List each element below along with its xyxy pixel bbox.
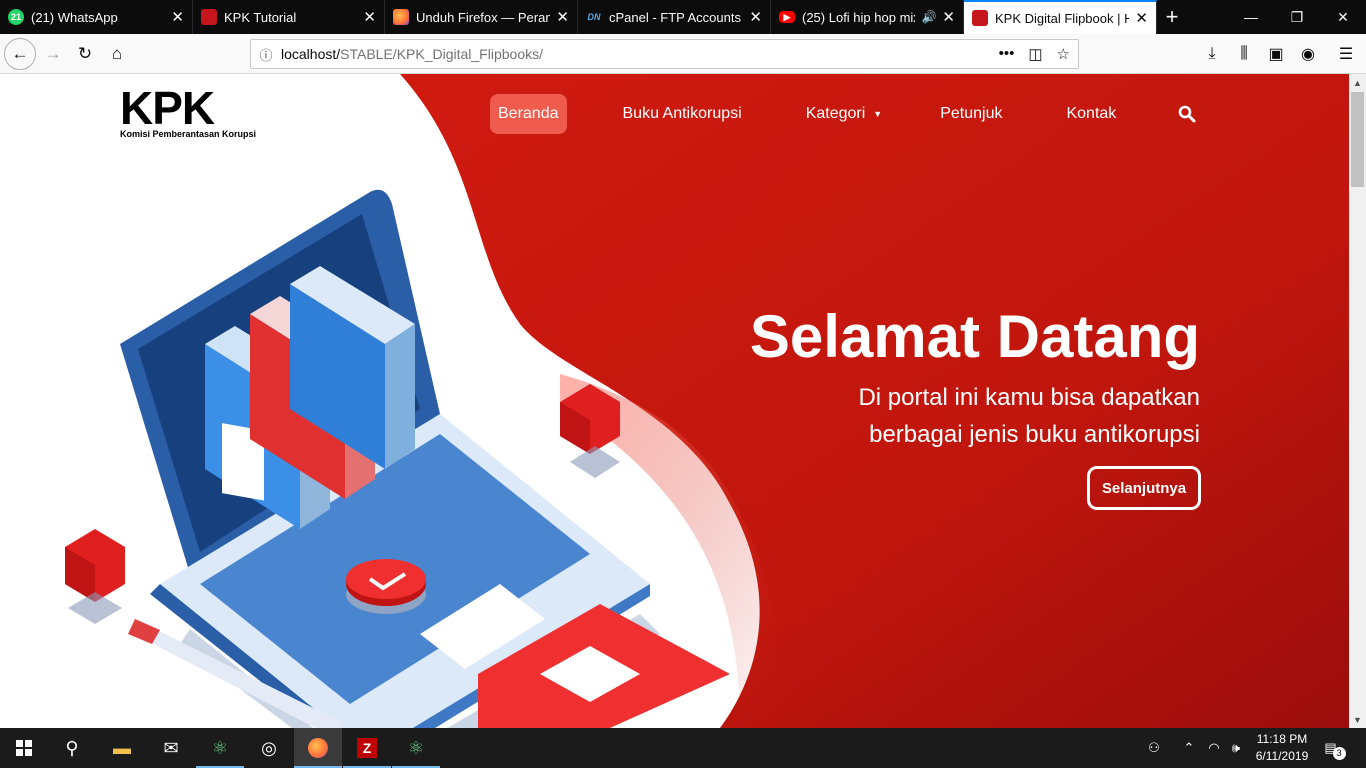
atom-button[interactable]: ⚛ (196, 728, 244, 768)
tab-title: KPK Digital Flipbook | Ho (995, 10, 1130, 26)
account-icon[interactable]: ◉ (1293, 39, 1323, 69)
tab-title: cPanel - FTP Accounts (609, 9, 741, 25)
wifi-icon[interactable]: ◠ (1203, 728, 1225, 768)
cpanel-icon: DN (587, 12, 601, 22)
navigation-toolbar: ← → ↻ ⌂ ⓘ localhost/STABLE/KPK_Digital_F… (0, 34, 1366, 74)
tab-title: (21) WhatsApp (31, 9, 118, 25)
firefox-taskbar-button[interactable] (294, 728, 342, 768)
firefox-icon (393, 9, 409, 25)
search-icon (1178, 105, 1196, 123)
search-icon: ⚲ (65, 737, 79, 758)
url-text: localhost/STABLE/KPK_Digital_Flipbooks/ (281, 46, 543, 62)
minimize-button[interactable]: — (1228, 0, 1274, 34)
page-actions-icon[interactable]: ••• (999, 45, 1015, 63)
sidebar-icon[interactable]: ▣ (1261, 39, 1291, 69)
mail-button[interactable]: ✉ (147, 728, 195, 768)
notification-button[interactable]: ▤ 3 (1320, 728, 1350, 768)
downloads-icon[interactable]: ⤓ (1197, 39, 1227, 69)
new-tab-button[interactable]: + (1157, 0, 1187, 34)
nav-kategori[interactable]: Kategori ▼ (806, 94, 883, 134)
firefox-icon (308, 738, 328, 758)
media-button[interactable]: ◎ (245, 728, 293, 768)
tab-firefox-download[interactable]: Unduh Firefox — Peramban ✕ (385, 0, 578, 34)
windows-icon (16, 740, 32, 756)
hero-title: Selamat Datang (749, 303, 1200, 370)
folder-icon: ▬ (113, 737, 131, 758)
search-taskbar-button[interactable]: ⚲ (48, 728, 96, 768)
web-page: KPK Komisi Pemberantasan Korupsi Beranda… (0, 74, 1349, 728)
tab-strip: 21 (21) WhatsApp ✕ KPK Tutorial ✕ Unduh … (0, 0, 1366, 34)
info-icon[interactable]: ⓘ (251, 45, 281, 64)
kpk-logo[interactable]: KPK Komisi Pemberantasan Korupsi (120, 85, 256, 139)
clock[interactable]: 11:18 PM 6/11/2019 (1244, 731, 1320, 765)
home-button[interactable]: ⌂ (102, 39, 132, 69)
tab-youtube[interactable]: ▶ (25) Lofi hip hop mix 🔊 ✕ (771, 0, 964, 34)
tab-title: Unduh Firefox — Peramban (416, 9, 550, 25)
kpk-icon (972, 10, 988, 26)
back-button[interactable]: ← (4, 38, 36, 70)
caret-down-icon: ▼ (873, 109, 883, 119)
windows-taskbar: ⚲ ▬ ✉ ⚛ ◎ Z ⚛ ⚇ ⌃ ◠ 🕪 11:18 PM 6/11/2019… (0, 728, 1366, 768)
kpk-icon (201, 9, 217, 25)
disc-icon: ◎ (261, 737, 277, 758)
mail-icon: ✉ (163, 737, 179, 758)
close-icon[interactable]: ✕ (1135, 9, 1148, 27)
restore-button[interactable]: ❐ (1274, 0, 1320, 34)
tab-cpanel[interactable]: DN cPanel - FTP Accounts ✕ (578, 0, 771, 34)
scroll-thumb[interactable] (1351, 92, 1364, 187)
close-icon[interactable]: ✕ (942, 8, 955, 26)
close-icon[interactable]: ✕ (171, 8, 184, 26)
close-icon[interactable]: ✕ (363, 8, 376, 26)
close-window-button[interactable]: ✕ (1320, 0, 1366, 34)
scroll-up-arrow[interactable]: ▲ (1349, 74, 1366, 91)
speaker-icon[interactable]: 🔊 (921, 10, 936, 24)
forward-button[interactable]: → (38, 39, 68, 69)
start-button[interactable] (0, 728, 48, 768)
file-explorer-button[interactable]: ▬ (98, 728, 146, 768)
nav-petunjuk[interactable]: Petunjuk (940, 94, 1002, 134)
library-icon[interactable]: ⫼ (1229, 39, 1259, 69)
main-nav: Beranda Buku Antikorupsi Kategori ▼ Petun… (490, 94, 1196, 134)
tab-whatsapp[interactable]: 21 (21) WhatsApp ✕ (0, 0, 193, 34)
menu-icon[interactable]: ☰ (1331, 39, 1361, 69)
filezilla-icon: Z (357, 738, 377, 758)
tab-kpk-tutorial[interactable]: KPK Tutorial ✕ (193, 0, 385, 34)
chevron-up-icon[interactable]: ⌃ (1178, 728, 1200, 768)
people-icon[interactable]: ⚇ (1140, 728, 1168, 768)
youtube-icon: ▶ (779, 11, 795, 23)
whatsapp-icon: 21 (8, 9, 24, 25)
scroll-down-arrow[interactable]: ▼ (1349, 711, 1366, 728)
hero-subtitle: Di portal ini kamu bisa dapatkan berbaga… (858, 384, 1200, 448)
close-icon[interactable]: ✕ (556, 8, 569, 26)
tab-title: KPK Tutorial (224, 9, 297, 25)
url-bar[interactable]: ⓘ localhost/STABLE/KPK_Digital_Flipbooks… (250, 39, 1079, 69)
reload-button[interactable]: ↻ (70, 39, 100, 69)
page-scrollbar[interactable]: ▲ ▼ (1349, 74, 1366, 728)
nav-kontak[interactable]: Kontak (1066, 94, 1116, 134)
filezilla-button[interactable]: Z (343, 728, 391, 768)
notification-count: 3 (1332, 746, 1346, 760)
bookmark-star-icon[interactable]: ☆ (1057, 45, 1070, 63)
nav-beranda[interactable]: Beranda (490, 94, 567, 134)
selanjutnya-button[interactable]: Selanjutnya (1087, 466, 1201, 510)
tab-title: (25) Lofi hip hop mix (802, 9, 916, 25)
atom-icon: ⚛ (407, 737, 425, 758)
nav-buku-antikorupsi[interactable]: Buku Antikorupsi (623, 94, 742, 134)
atom-icon: ⚛ (211, 737, 229, 758)
close-icon[interactable]: ✕ (749, 8, 762, 26)
pocket-icon[interactable]: ◫ (1028, 45, 1042, 63)
atom-button-2[interactable]: ⚛ (392, 728, 440, 768)
search-button[interactable] (1178, 94, 1196, 134)
tab-kpk-flipbook[interactable]: KPK Digital Flipbook | Ho ✕ (964, 0, 1157, 34)
